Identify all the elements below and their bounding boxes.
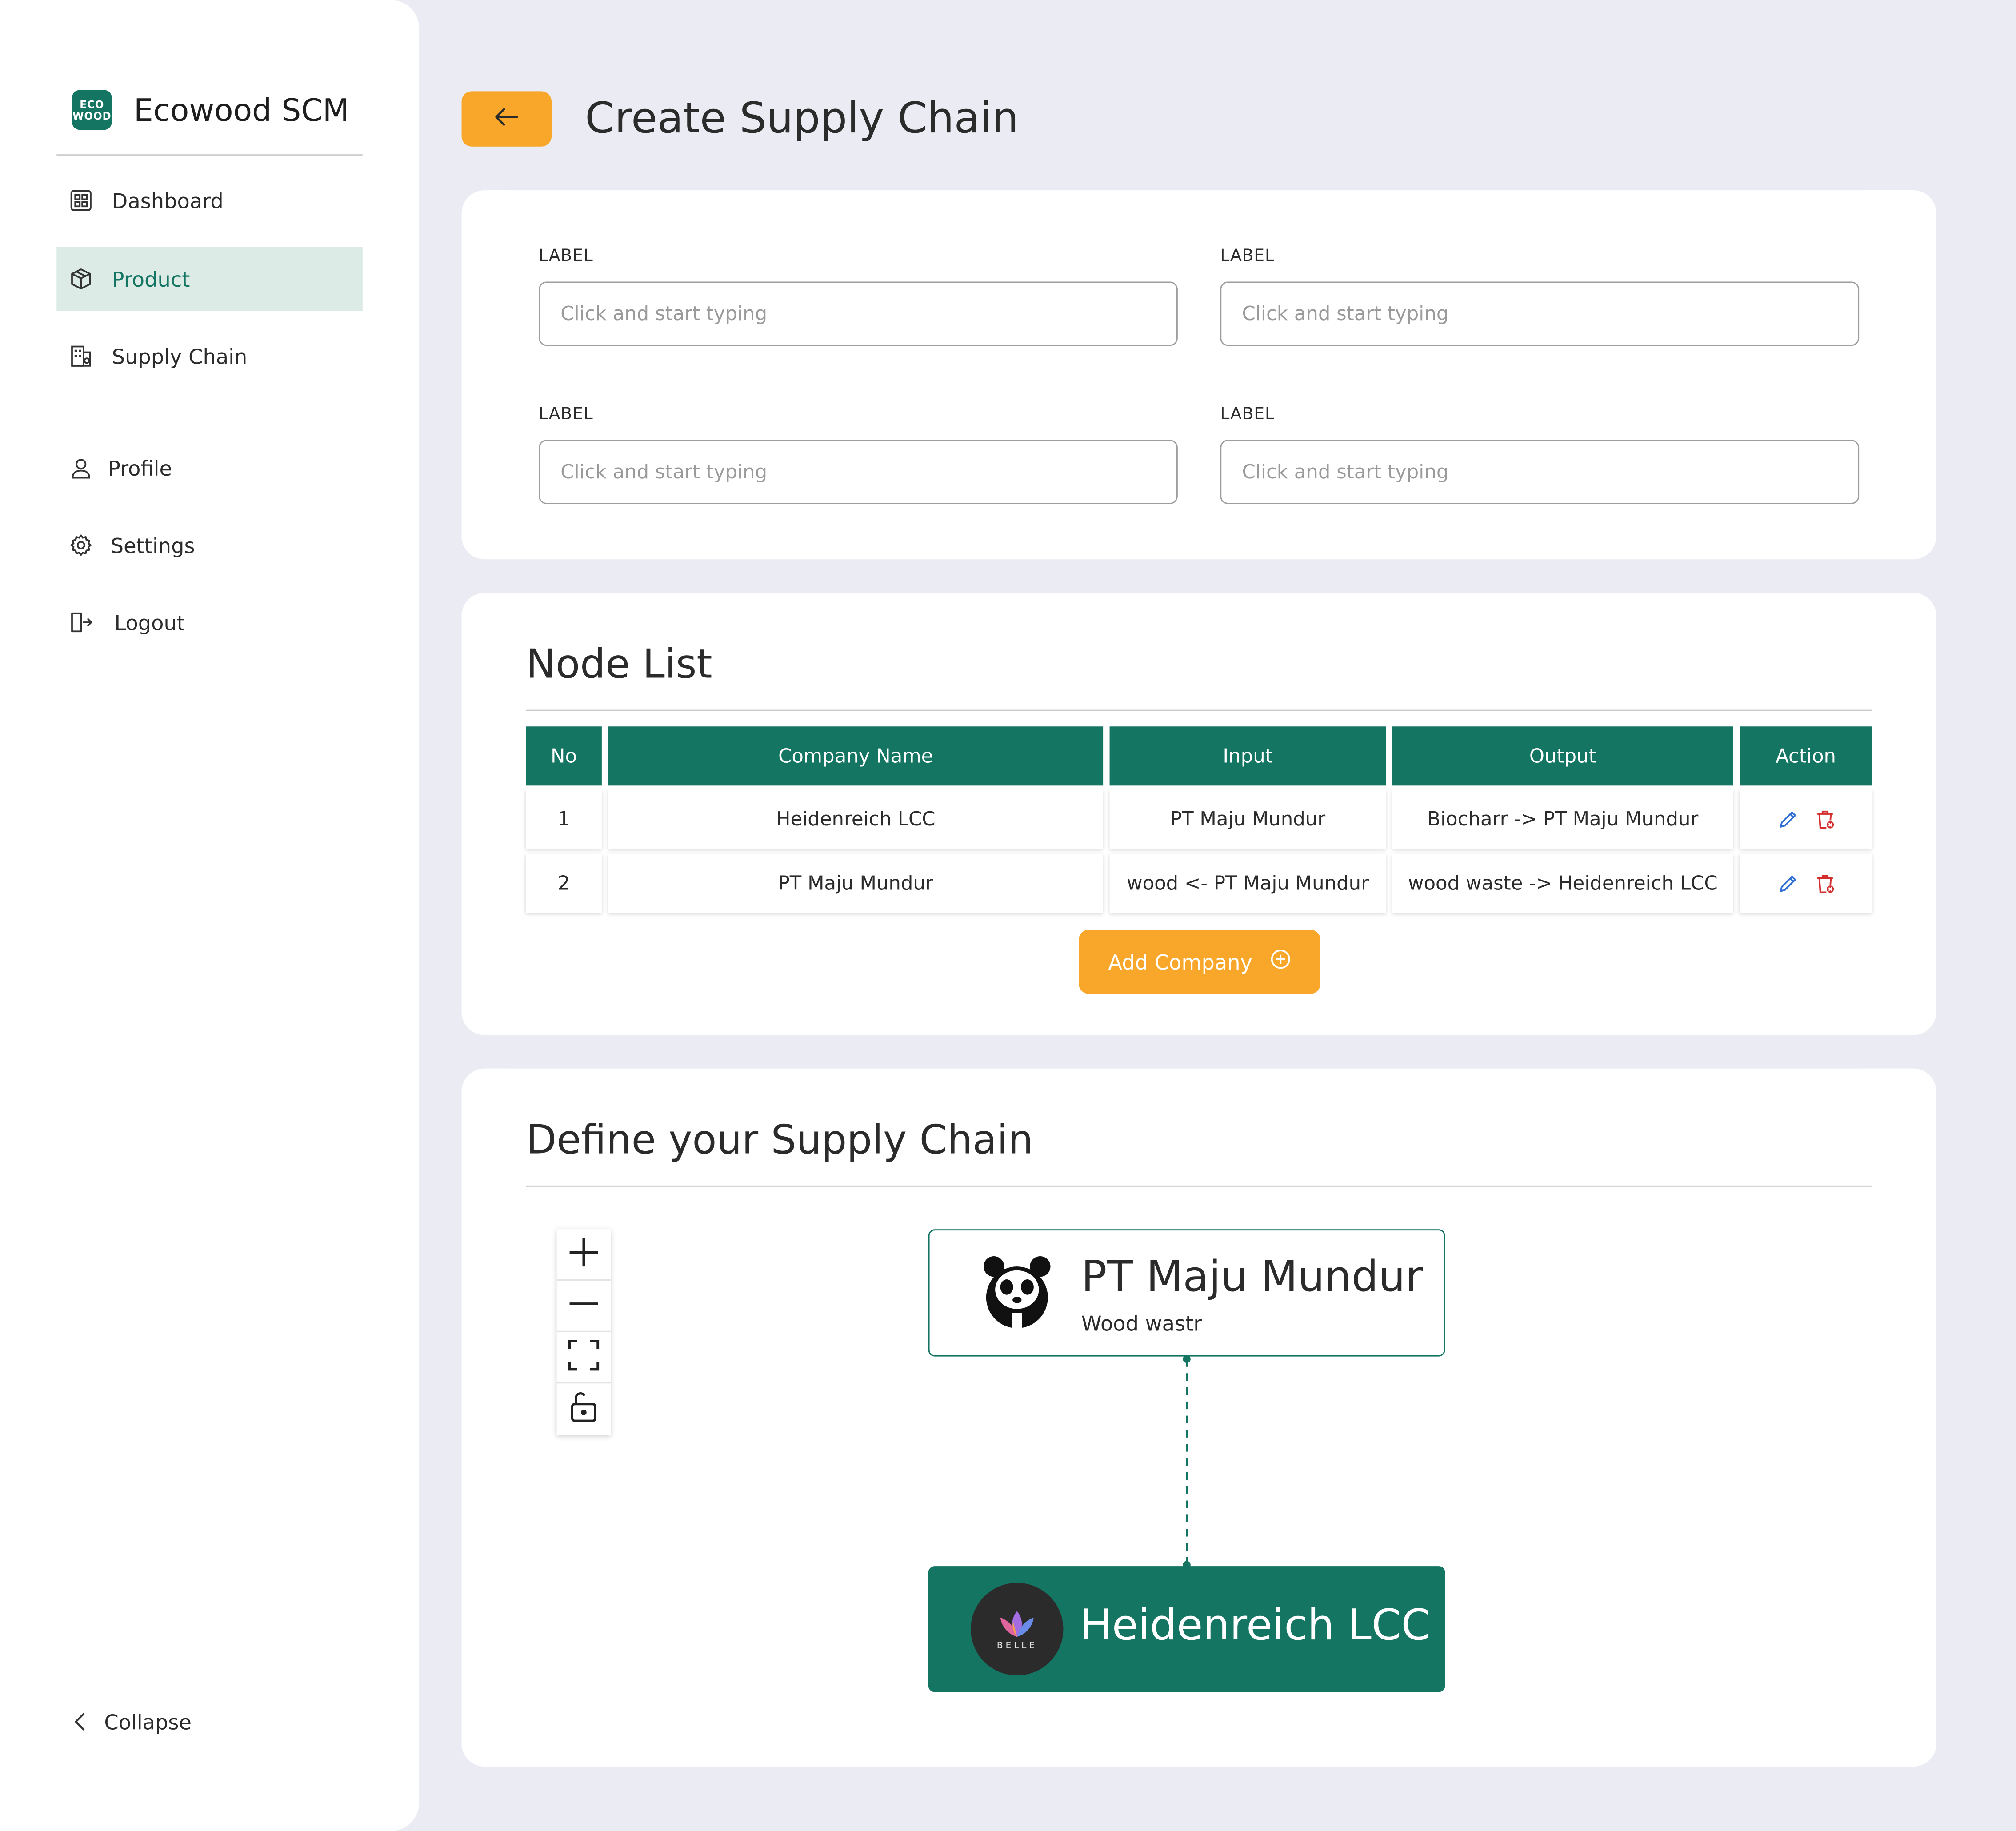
sidebar-item-logout[interactable]: Logout: [56, 590, 363, 655]
sidebar-item-label: Dashboard: [112, 188, 224, 213]
delete-icon[interactable]: [1813, 808, 1835, 830]
text-field-1[interactable]: [539, 281, 1178, 346]
belle-logo-text: BELLE: [996, 1640, 1037, 1651]
table-cell-company: Heidenreich LCC: [608, 789, 1104, 849]
logout-icon: [69, 611, 92, 634]
collapse-label: Collapse: [104, 1709, 192, 1734]
chain-node-pt-maju-mundur[interactable]: PT Maju Mundur Wood wastr: [928, 1229, 1445, 1357]
supply-chain-card: Define your Supply Chain PT Maju Mundur …: [461, 1068, 1936, 1767]
field-label: LABEL: [539, 247, 593, 266]
app-name: Ecowood SCM: [133, 92, 349, 128]
dashboard-icon: [69, 189, 92, 212]
chain-node-heidenreich-lcc[interactable]: BELLE Heidenreich LCC: [928, 1566, 1445, 1692]
sidebar-item-product[interactable]: Product: [56, 247, 363, 311]
node-list-divider: [526, 709, 1872, 711]
user-icon: [69, 457, 92, 480]
sidebar-item-label: Product: [112, 267, 190, 292]
field-label: LABEL: [1220, 405, 1275, 425]
sidebar-item-label: Profile: [108, 456, 172, 481]
node-title: PT Maju Mundur: [1081, 1251, 1423, 1302]
sidebar-item-profile[interactable]: Profile: [56, 436, 363, 501]
table-cell-company: PT Maju Mundur: [608, 853, 1104, 913]
text-field-4[interactable]: [1220, 440, 1860, 504]
page-title: Create Supply Chain: [585, 92, 1019, 143]
edit-icon[interactable]: [1776, 873, 1798, 894]
table-cell-input: wood <- PT Maju Mundur: [1109, 853, 1386, 913]
text-field-2[interactable]: [1220, 281, 1860, 346]
table-cell-action: [1740, 789, 1872, 849]
edit-icon[interactable]: [1776, 808, 1798, 830]
sidebar-item-supply-chain[interactable]: Supply Chain: [56, 324, 363, 389]
form-card: LABEL LABEL LABEL LABEL: [461, 190, 1936, 560]
chevron-left-icon: [69, 1710, 92, 1733]
back-button[interactable]: [461, 91, 552, 147]
table-cell-action: [1740, 853, 1872, 913]
building-icon: [69, 345, 92, 368]
table-cell-no: 2: [526, 853, 602, 913]
text-field-3[interactable]: [539, 440, 1178, 504]
table-cell-no: 1: [526, 789, 602, 849]
column-header: Action: [1740, 726, 1872, 786]
panda-logo: [981, 1254, 1053, 1331]
node-subtitle: Wood wastr: [1081, 1311, 1202, 1336]
sidebar: ECO WOOD Ecowood SCM Dashboard Product S…: [0, 0, 420, 1831]
sidebar-item-settings[interactable]: Settings: [56, 513, 363, 577]
app-root: ECO WOOD Ecowood SCM Dashboard Product S…: [0, 0, 2016, 1831]
logo-text-bottom: WOOD: [72, 110, 112, 122]
logo-text-top: ECO: [80, 98, 104, 110]
sidebar-divider: [56, 154, 363, 156]
box-icon: [69, 268, 92, 291]
belle-logo: BELLE: [971, 1583, 1064, 1675]
column-header: No: [526, 726, 602, 786]
sidebar-item-label: Settings: [110, 533, 195, 557]
node-title: Heidenreich LCC: [1080, 1599, 1431, 1650]
gear-icon: [69, 533, 92, 557]
lotus-icon: [1000, 1610, 1034, 1636]
brand[interactable]: ECO WOOD Ecowood SCM: [72, 90, 349, 130]
sidebar-item-label: Supply Chain: [112, 344, 248, 369]
node-list-card: Node List No Company Name Input Output A…: [461, 593, 1936, 1035]
ecowood-logo: ECO WOOD: [72, 90, 112, 130]
node-list-title: Node List: [526, 641, 712, 688]
table-cell-output: wood waste -> Heidenreich LCC: [1392, 853, 1733, 913]
sidebar-item-label: Logout: [114, 610, 185, 635]
collapse-button[interactable]: Collapse: [56, 1690, 363, 1754]
arrow-left-icon: [494, 107, 520, 131]
delete-icon[interactable]: [1813, 873, 1835, 894]
field-label: LABEL: [539, 405, 593, 425]
add-company-button[interactable]: Add Company: [1079, 930, 1321, 994]
column-header: Output: [1392, 726, 1733, 786]
column-header: Company Name: [608, 726, 1104, 786]
add-company-label: Add Company: [1108, 950, 1252, 974]
table-cell-input: PT Maju Mundur: [1109, 789, 1386, 849]
table-cell-output: Biocharr -> PT Maju Mundur: [1392, 789, 1733, 849]
field-label: LABEL: [1220, 247, 1275, 266]
column-header: Input: [1109, 726, 1386, 786]
plus-circle-icon: [1252, 949, 1291, 975]
sidebar-item-dashboard[interactable]: Dashboard: [56, 168, 363, 233]
